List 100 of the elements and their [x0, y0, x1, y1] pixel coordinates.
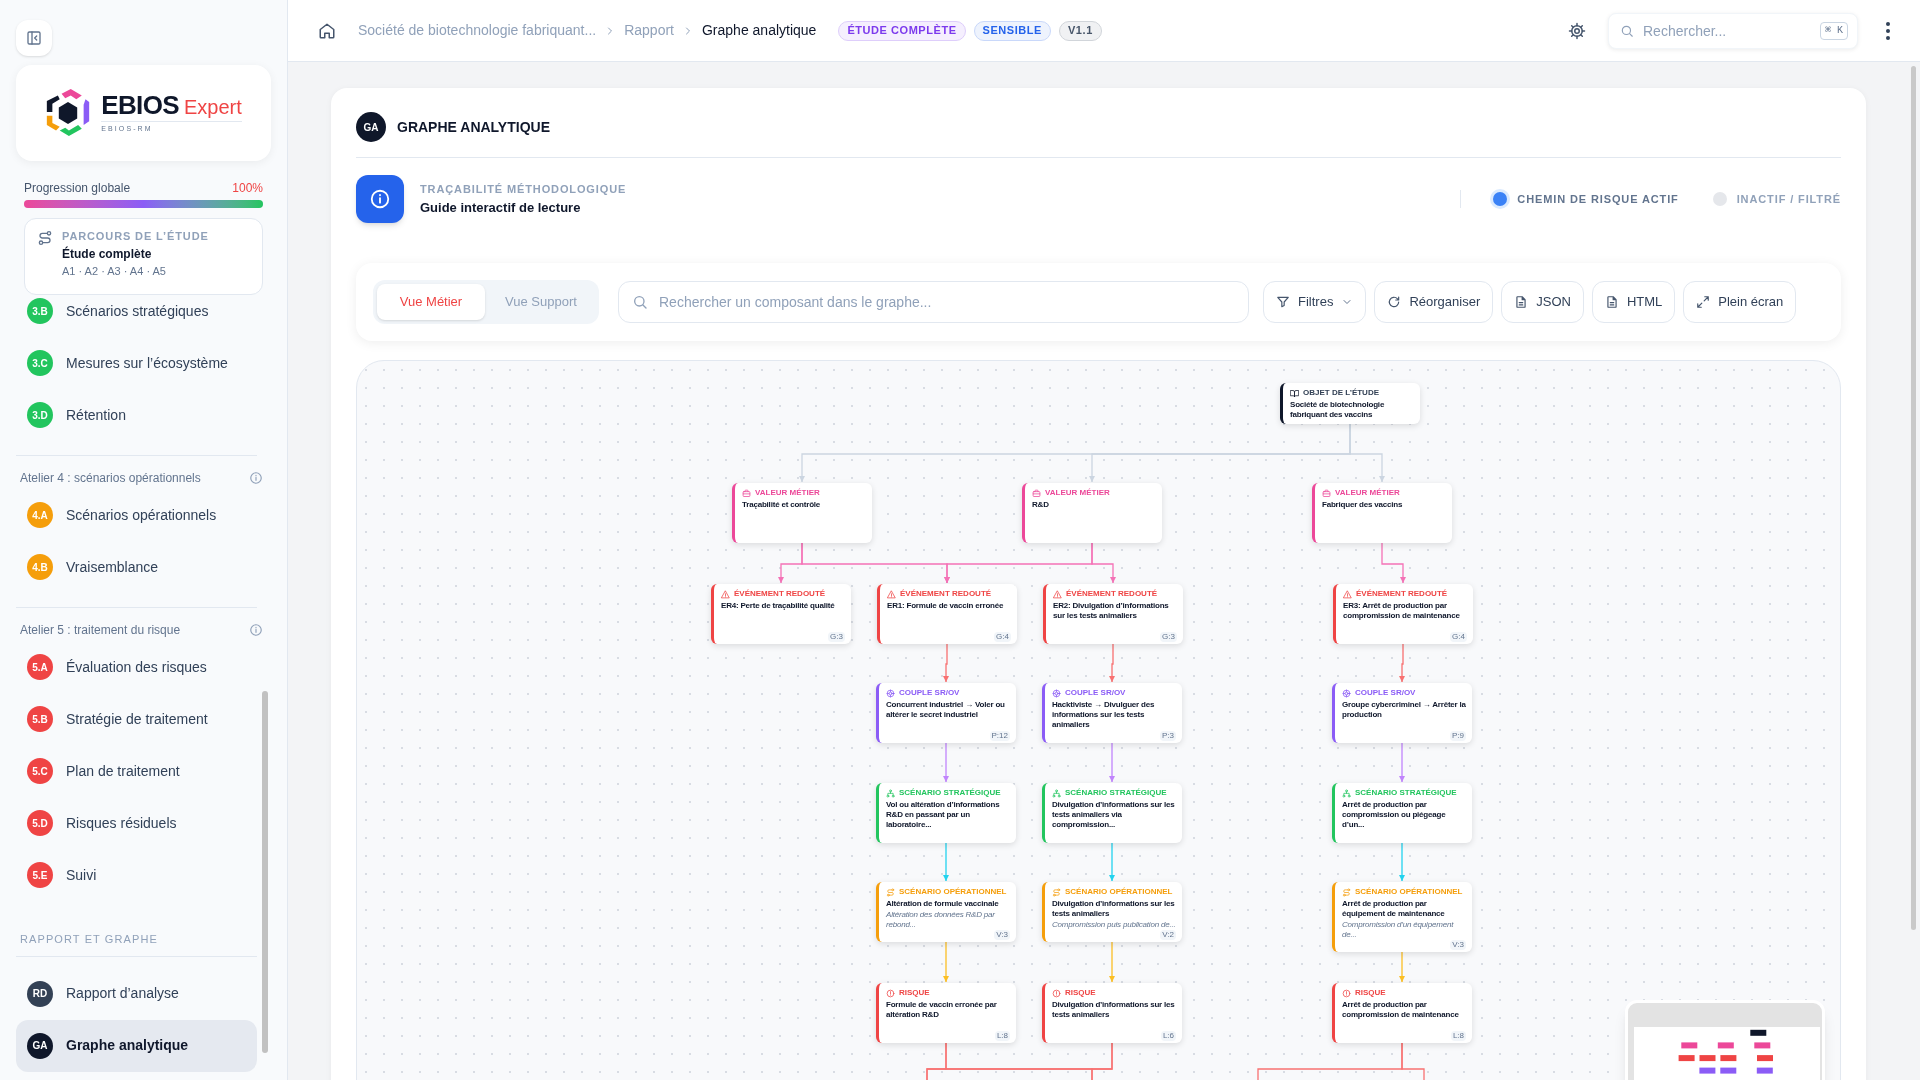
connector-line	[1381, 542, 1407, 584]
target-icon	[1342, 688, 1351, 698]
graph-node[interactable]: SCÉNARIO STRATÉGIQUE Vol ou altération d’informations R&D en passant par un laboratoire...	[876, 783, 1016, 843]
node-title: ER3: Arrêt de production par compromission de maintenance	[1343, 601, 1461, 621]
scrollbar-thumb[interactable]	[1911, 66, 1916, 930]
minimap-node	[1717, 1042, 1734, 1049]
toolbar-button[interactable]: JSON	[1501, 281, 1584, 323]
status-tag: ÉTUDE COMPLÈTE	[838, 20, 966, 41]
graph-node[interactable]: COUPLE SR/OV Groupe cybercriminel → Arrêter la production P:9	[1332, 683, 1472, 743]
node-type-label: ÉVÉNEMENT REDOUTÉ	[900, 589, 992, 599]
nav-item[interactable]: 3.B Scénarios stratégiques	[16, 298, 257, 337]
minimap-node	[1699, 1067, 1716, 1074]
info-icon[interactable]	[249, 623, 263, 637]
step-badge: 5.C	[27, 758, 53, 784]
nav-item[interactable]: 5.D Risques résiduels	[16, 797, 257, 849]
nav-item[interactable]: GA Graphe analytique	[16, 1019, 257, 1072]
nav-label: Stratégie de traitement	[66, 709, 208, 729]
search-icon	[1620, 23, 1634, 38]
step-badge: 5.A	[27, 654, 53, 680]
node-type-label: COUPLE SR/OV	[1355, 688, 1416, 698]
toolbar-button[interactable]: Filtres	[1263, 281, 1367, 323]
graph-node[interactable]: SCÉNARIO OPÉRATIONNEL Altération de formule vaccinale Altération des données R&D par rebond... V:3	[876, 882, 1016, 942]
node-title: Altération de formule vaccinale	[886, 899, 1000, 909]
toolbar-button[interactable]: HTML	[1591, 281, 1676, 323]
alert-icon	[1052, 988, 1061, 998]
step-badge: 5.E	[27, 862, 53, 888]
graph-node[interactable]: COUPLE SR/OV Concurrent industriel → Voler ou altérer le secret industriel P:12	[876, 683, 1016, 743]
step-badge: RD	[27, 980, 53, 1007]
nav-item[interactable]: RD Rapport d’analyse	[16, 967, 257, 1020]
view-tab[interactable]: Vue Métier	[377, 284, 485, 320]
graph-node[interactable]: SCÉNARIO OPÉRATIONNEL Arrêt de production par équipement de maintenance Compromission d’un équipement de... V:3	[1332, 882, 1472, 952]
graph-node[interactable]: RISQUE Formule de vaccin erronée par altération R&D L:8	[876, 983, 1016, 1043]
scrollbar-thumb[interactable]	[262, 691, 268, 1053]
score-tag: P:12	[989, 731, 1010, 741]
section-heading: Atelier 5 : traitement du risque	[20, 622, 181, 639]
node-type-label: ÉVÉNEMENT REDOUTÉ	[734, 589, 826, 599]
node-type-label: COUPLE SR/OV	[1065, 688, 1126, 698]
connector-line	[1108, 941, 1116, 983]
nav-item[interactable]: 4.A Scénarios opérationnels	[16, 489, 257, 541]
graph-node[interactable]: SCÉNARIO STRATÉGIQUE Arrêt de production par compromission ou piégeage d’un...	[1332, 783, 1472, 843]
sidebar-toggle-button[interactable]	[16, 20, 52, 56]
graph-node[interactable]: SCÉNARIO STRATÉGIQUE Divulgation d’informations sur les tests animaliers via compromission...	[1042, 783, 1182, 843]
info-icon	[369, 188, 391, 210]
nav-item[interactable]: 5.C Plan de traitement	[16, 745, 257, 797]
sidebar-toggle-icon	[26, 30, 42, 46]
node-type-label: VALEUR MÉTIER	[1045, 488, 1110, 498]
score-tag: G:3	[1160, 632, 1177, 642]
hierarchy-icon	[886, 788, 895, 798]
node-title: ER2: Divulgation d’informations sur les tests animaliers	[1053, 601, 1170, 621]
more-button[interactable]	[1886, 21, 1890, 40]
graph-node[interactable]: VALEUR MÉTIER Traçabilité et contrôle	[732, 483, 872, 543]
nav-label: Plan de traitement	[66, 761, 180, 781]
step-badge: 4.A	[27, 502, 53, 528]
graph-node[interactable]: OBJET DE L’ÉTUDE Société de biotechnologie fabriquant des vaccins	[1280, 383, 1420, 424]
route-icon	[37, 230, 53, 246]
book-icon	[1290, 388, 1299, 398]
nav-item[interactable]: 5.A Évaluation des risques	[16, 641, 257, 693]
graph-node[interactable]: RISQUE Arrêt de production par compromission de maintenance L:8	[1332, 983, 1472, 1043]
connector-line	[1398, 643, 1406, 683]
warning-icon	[887, 589, 896, 599]
status-tag: SENSIBLE	[973, 20, 1051, 41]
node-type-label: SCÉNARIO OPÉRATIONNEL	[1355, 887, 1463, 897]
nav-item[interactable]: 3.C Mesures sur l’écosystème	[16, 337, 257, 389]
connector-line	[942, 643, 950, 683]
graph-node[interactable]: VALEUR MÉTIER R&D	[1022, 483, 1162, 543]
journey-steps: A1 · A2 · A3 · A4 · A5	[62, 265, 209, 278]
node-type-label: RISQUE	[899, 988, 930, 998]
step-badge: 3.C	[27, 350, 53, 376]
search-icon	[632, 294, 648, 310]
graph-node[interactable]: ÉVÉNEMENT REDOUTÉ ER1: Formule de vaccin erronée G:4	[877, 584, 1017, 644]
nav-item[interactable]: 5.E Suivi	[16, 849, 257, 901]
guide-title: Guide interactif de lecture	[420, 198, 582, 217]
graph-node[interactable]: RISQUE Divulgation d’informations sur les tests animaliers L:6	[1042, 983, 1182, 1043]
settings-button[interactable]	[1568, 21, 1586, 40]
home-button[interactable]	[318, 21, 336, 40]
nav-item[interactable]: 4.B Vraisemblance	[16, 541, 257, 593]
toolbar-button[interactable]: Réorganiser	[1374, 281, 1494, 323]
node-title: ER4: Perte de traçabilité qualité	[721, 601, 836, 611]
graph-node[interactable]: VALEUR MÉTIER Fabriquer des vaccins	[1312, 483, 1452, 543]
nav-label: Mesures sur l’écosystème	[66, 353, 228, 373]
graph-node[interactable]: ÉVÉNEMENT REDOUTÉ ER2: Divulgation d’informations sur les tests animaliers G:3	[1043, 584, 1183, 644]
nav-item[interactable]: 3.D Rétention	[16, 389, 257, 441]
graph-node[interactable]: SCÉNARIO OPÉRATIONNEL Divulgation d’informations sur les tests animaliers Compromission puis publication de... V:2	[1042, 882, 1182, 942]
graph-node[interactable]: ÉVÉNEMENT REDOUTÉ ER3: Arrêt de production par compromission de maintenance G:4	[1333, 584, 1473, 644]
graph-node[interactable]: COUPLE SR/OV Hacktiviste → Divulguer des informations sur les tests animaliers P:3	[1042, 683, 1182, 743]
briefcase-icon	[742, 488, 751, 498]
nav-label: Suivi	[66, 865, 97, 885]
alert-icon	[886, 988, 895, 998]
graph-search-field[interactable]: Rechercher un composant dans le graphe...	[618, 281, 1249, 323]
section-heading: Atelier 4 : scénarios opérationnels	[20, 470, 201, 487]
nav-item[interactable]: 5.B Stratégie de traitement	[16, 693, 257, 745]
toolbar-button[interactable]: Plein écran	[1683, 281, 1797, 323]
file-icon	[1514, 295, 1529, 309]
info-icon[interactable]	[249, 471, 263, 485]
nav-label: Évaluation des risques	[66, 657, 207, 677]
score-tag: G:4	[994, 632, 1011, 642]
breadcrumb-link[interactable]: Graphe analytique	[702, 20, 817, 41]
graph-node[interactable]: ÉVÉNEMENT REDOUTÉ ER4: Perte de traçabilité qualité G:3	[711, 584, 851, 644]
score-tag: P:9	[1450, 731, 1466, 741]
minimap-node	[1678, 1055, 1695, 1062]
